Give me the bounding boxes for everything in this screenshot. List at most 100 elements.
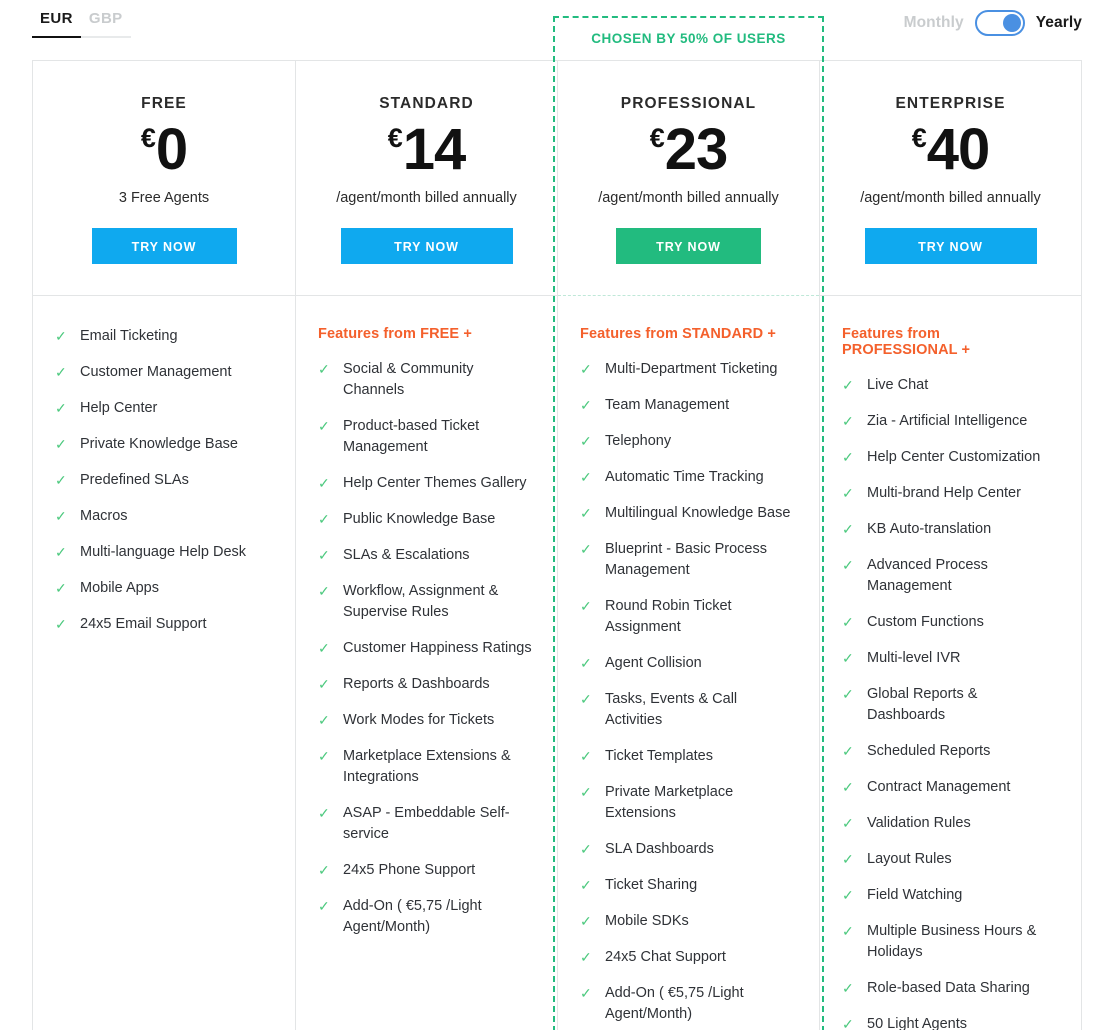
feature-label: Multi-level IVR <box>867 650 961 667</box>
list-item: ✓ Multi-Department Ticketing <box>580 359 797 380</box>
feature-label: Add-On ( €5,75 /Light Agent/Month) <box>343 898 482 936</box>
list-item: ✓ Agent Collision <box>580 653 797 674</box>
try-now-button-free[interactable]: TRY NOW <box>91 228 237 264</box>
list-item: ✓ Mobile SDKs <box>580 911 797 932</box>
feature-label: 24x5 Email Support <box>80 616 207 633</box>
price-amount: 40 <box>926 117 991 182</box>
list-item: ✓ Layout Rules <box>842 849 1059 870</box>
plan-card-professional: CHOSEN BY 50% OF USERS PROFESSIONAL €23 … <box>553 16 824 1030</box>
list-item: ✓ Custom Functions <box>842 612 1059 633</box>
check-icon: ✓ <box>842 815 854 832</box>
plan-price-standard: €14 <box>296 121 557 179</box>
feature-label: Multiple Business Hours & Holidays <box>867 923 1037 961</box>
feature-label: Predefined SLAs <box>80 472 189 489</box>
list-item: ✓ Zia - Artificial Intelligence <box>842 411 1059 432</box>
plan-name-free: FREE <box>141 95 187 112</box>
feature-label: Help Center Themes Gallery <box>343 475 527 492</box>
list-item: ✓ Customer Happiness Ratings <box>318 638 535 659</box>
list-item: ✓ Help Center Customization <box>842 447 1059 468</box>
feature-label: Advanced Process Management <box>867 557 988 595</box>
try-now-button-standard[interactable]: TRY NOW <box>340 228 513 264</box>
list-item: ✓ Social & Community Channels <box>318 359 535 401</box>
feature-label: Email Ticketing <box>80 328 178 344</box>
check-icon: ✓ <box>318 676 330 693</box>
list-item: ✓ 50 Light Agents <box>842 1014 1059 1030</box>
check-icon: ✓ <box>580 655 592 672</box>
check-icon: ✓ <box>55 436 67 453</box>
check-icon: ✓ <box>318 475 330 492</box>
check-icon: ✓ <box>842 377 854 393</box>
check-icon: ✓ <box>580 598 592 615</box>
feature-label: Workflow, Assignment & Supervise Rules <box>343 583 499 621</box>
check-icon: ✓ <box>580 541 592 558</box>
plan-name-standard: STANDARD <box>379 95 474 112</box>
try-now-button-professional[interactable]: TRY NOW <box>616 228 761 264</box>
check-icon: ✓ <box>55 580 67 597</box>
feature-label: Telephony <box>605 433 672 450</box>
check-icon: ✓ <box>55 508 67 525</box>
feature-label: Mobile Apps <box>80 580 159 597</box>
list-item: ✓ Blueprint - Basic Process Management <box>580 539 797 581</box>
feature-label: SLAs & Escalations <box>343 547 470 564</box>
check-icon: ✓ <box>318 898 330 915</box>
price-amount: 14 <box>402 117 467 182</box>
list-item: ✓ Help Center Themes Gallery <box>318 473 535 494</box>
check-icon: ✓ <box>842 980 854 997</box>
feature-label: Custom Functions <box>867 614 984 631</box>
billing-period-switch[interactable] <box>974 10 1025 36</box>
list-item: ✓ Add-On ( €5,75 /Light Agent/Month) <box>318 896 535 938</box>
check-icon: ✓ <box>580 748 592 765</box>
feature-label: Tasks, Events & Call Activities <box>605 691 738 729</box>
feature-list-free: ✓ Email Ticketing ✓ Customer Management ✓ H… <box>33 296 295 675</box>
billing-label-yearly[interactable]: Yearly <box>1036 14 1082 32</box>
check-icon: ✓ <box>318 640 330 657</box>
feature-label: Help Center <box>80 400 158 417</box>
list-item: ✓ Marketplace Extensions & Integrations <box>318 746 535 788</box>
pricing-grid: FREE €0 3 Free Agents TRY NOW ✓ Email Tic… <box>32 16 1082 1030</box>
list-item: ✓ Automatic Time Tracking <box>580 467 797 488</box>
check-icon: ✓ <box>842 485 854 502</box>
check-icon: ✓ <box>318 547 330 564</box>
feature-list-heading-enterprise: Features from PROFESSIONAL + <box>842 326 971 358</box>
currency-tab-gbp[interactable]: GBP <box>80 10 131 38</box>
list-item: ✓ Round Robin Ticket Assignment <box>580 596 797 638</box>
check-icon: ✓ <box>580 361 592 377</box>
check-icon: ✓ <box>842 413 854 430</box>
list-item: ✓ Scheduled Reports <box>842 741 1059 762</box>
currency-tab-eur[interactable]: EUR <box>32 10 81 38</box>
check-icon: ✓ <box>580 913 592 930</box>
check-icon: ✓ <box>842 614 854 631</box>
billing-label-monthly[interactable]: Monthly <box>904 14 964 32</box>
feature-label: 24x5 Chat Support <box>605 949 726 966</box>
plan-price-free: €0 <box>33 121 295 179</box>
feature-label: 24x5 Phone Support <box>343 862 476 879</box>
check-icon: ✓ <box>842 650 854 667</box>
list-item: ✓ Add-On ( €5,75 /Light Agent/Month) <box>580 983 797 1025</box>
pricing-page: EUR GBP Monthly Yearly FREE €0 3 Free Ag… <box>0 0 1114 1030</box>
list-item: ✓ Private Marketplace Extensions <box>580 782 797 824</box>
feature-label: KB Auto-translation <box>867 521 992 538</box>
check-icon: ✓ <box>580 877 592 894</box>
check-icon: ✓ <box>55 472 67 489</box>
list-item: ✓ Public Knowledge Base <box>318 509 535 530</box>
plan-price-professional: €23 <box>558 121 819 179</box>
list-item: ✓ Workflow, Assignment & Supervise Rules <box>318 581 535 623</box>
plan-name-professional: PROFESSIONAL <box>620 95 757 112</box>
list-item: ✓ SLA Dashboards <box>580 839 797 860</box>
feature-label: Blueprint - Basic Process Management <box>605 541 767 579</box>
check-icon: ✓ <box>580 949 592 966</box>
feature-label: Mobile SDKs <box>605 913 689 930</box>
check-icon: ✓ <box>842 851 854 868</box>
feature-label: Validation Rules <box>867 815 971 832</box>
try-now-button-enterprise[interactable]: TRY NOW <box>864 228 1037 264</box>
plan-price-note-free: 3 Free Agents <box>118 190 210 206</box>
feature-label: Customer Happiness Ratings <box>343 640 532 657</box>
plan-card-standard: STANDARD €14 /agent/month billed annuall… <box>295 61 557 1030</box>
list-item: ✓ Email Ticketing <box>55 326 273 347</box>
currency-symbol: € <box>649 123 665 153</box>
list-item: ✓ 24x5 Email Support <box>55 614 273 635</box>
price-amount: 0 <box>155 117 188 182</box>
featured-ribbon-label: CHOSEN BY 50% OF USERS <box>591 31 786 46</box>
list-item: ✓ Multi-language Help Desk <box>55 542 273 563</box>
switch-knob <box>1002 14 1021 32</box>
